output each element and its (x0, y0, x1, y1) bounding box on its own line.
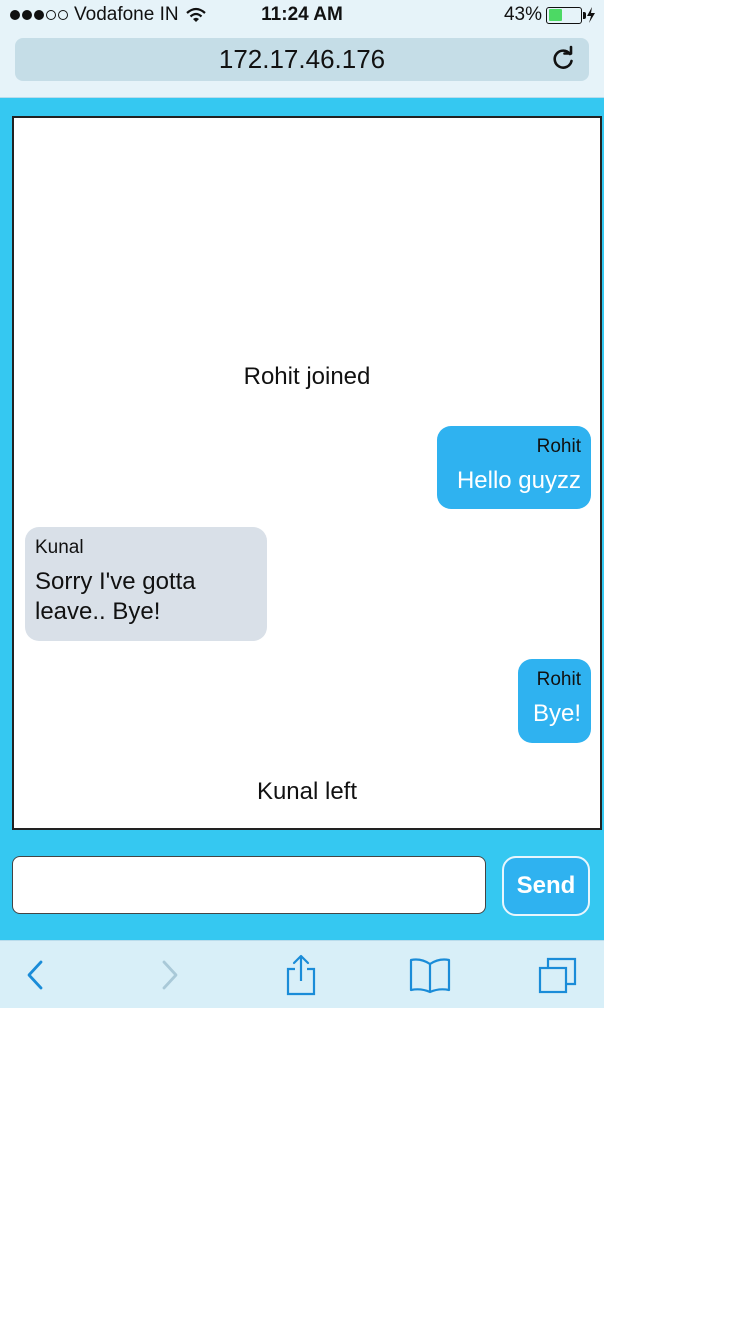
phone-screen: Vodafone IN 11:24 AM 43% 172.17.46.176 R… (0, 0, 604, 1008)
event-joined: Rohit joined (243, 363, 371, 390)
message-sender: Rohit (536, 436, 581, 457)
browser-toolbar (0, 940, 604, 1008)
status-bar: Vodafone IN 11:24 AM 43% (0, 0, 604, 32)
message-text: Sorry I've gotta leave.. Bye! (35, 568, 196, 625)
battery-icon (546, 6, 586, 24)
address-bar[interactable]: 172.17.46.176 (15, 38, 589, 81)
forward-icon (162, 960, 178, 990)
battery-percentage: 43% (503, 4, 542, 25)
message-bubble-outgoing: Rohit Hello guyzz (437, 426, 591, 509)
chat-log[interactable]: Rohit joined Rohit Hello guyzz Kunal Sor… (12, 116, 602, 830)
share-icon (286, 954, 316, 996)
battery-fill (548, 9, 562, 21)
reload-icon[interactable] (549, 45, 577, 73)
message-text: Hello guyzz (456, 467, 581, 494)
forward-button[interactable] (148, 953, 192, 997)
bookmarks-button[interactable] (408, 953, 452, 997)
message-sender: Rohit (536, 669, 581, 690)
message-sender: Kunal (35, 537, 84, 558)
charging-bolt-icon (587, 7, 595, 23)
message-text: Bye! (532, 700, 581, 727)
browser-address-area: 172.17.46.176 (0, 32, 604, 98)
bookmarks-icon (409, 958, 451, 994)
message-input[interactable] (12, 856, 486, 914)
back-icon (27, 960, 43, 990)
tabs-button[interactable] (536, 953, 580, 997)
event-left: Kunal left (256, 778, 358, 805)
message-bubble-incoming: Kunal Sorry I've gotta leave.. Bye! (25, 527, 267, 641)
send-button[interactable]: Send (502, 856, 590, 916)
message-bubble-outgoing: Rohit Bye! (518, 659, 591, 743)
back-button[interactable] (13, 953, 57, 997)
status-right: 43% (504, 4, 596, 26)
share-button[interactable] (279, 953, 323, 997)
tabs-icon (538, 957, 577, 994)
url-text: 172.17.46.176 (218, 44, 386, 74)
